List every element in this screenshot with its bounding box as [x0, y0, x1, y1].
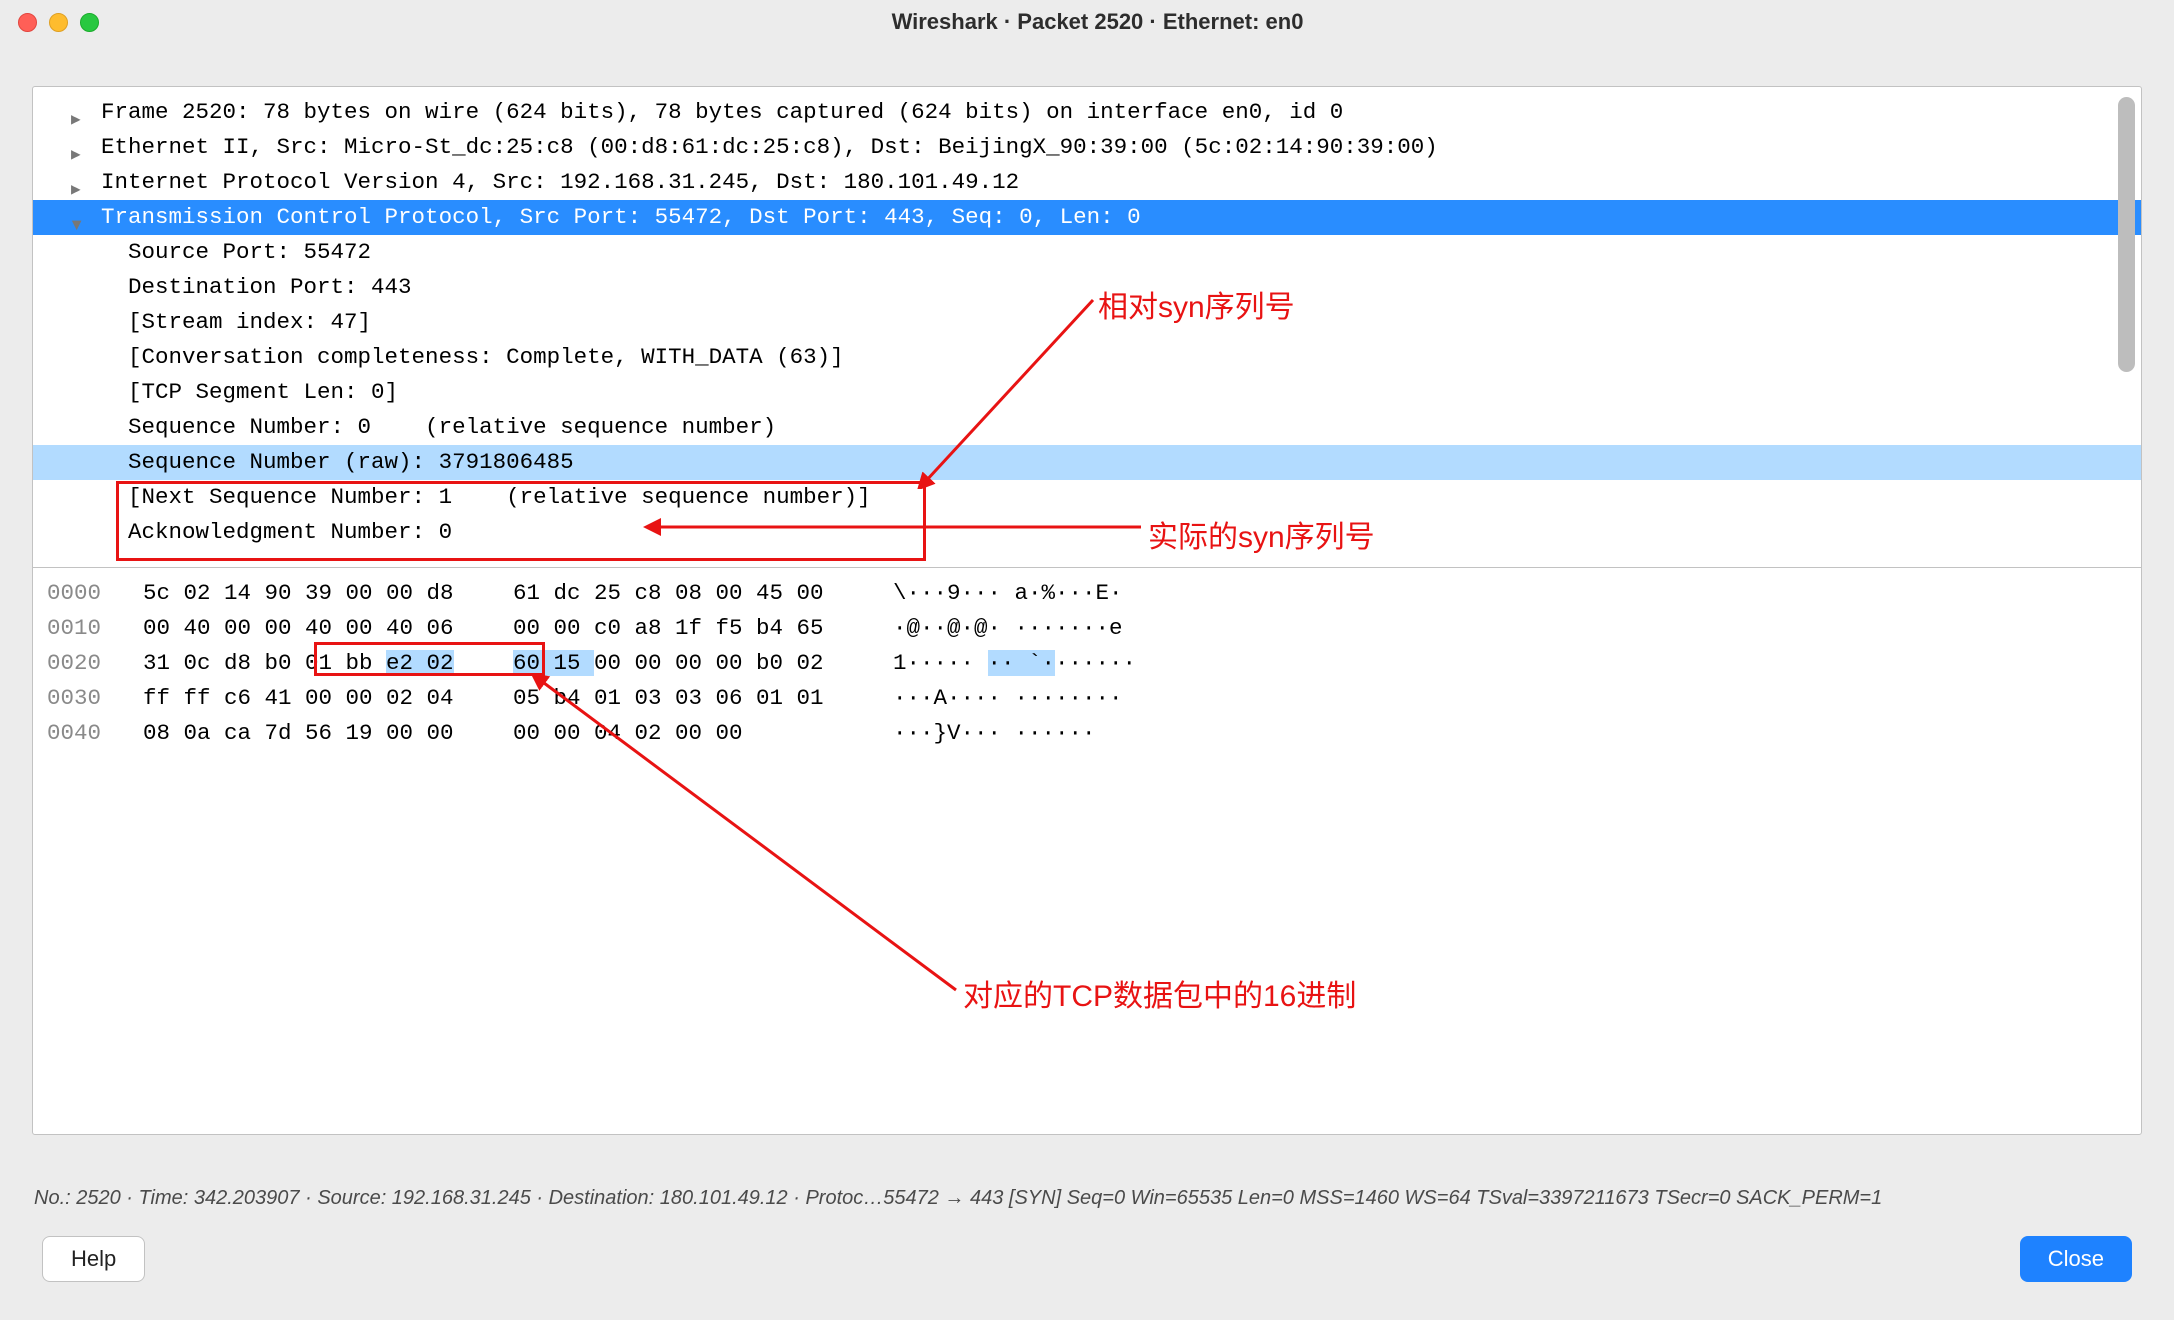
- hex-bytes-2: 05 b4 01 03 03 06 01 01: [513, 681, 893, 716]
- tree-row-text: [Stream index: 47]: [47, 309, 371, 335]
- hex-bytes-2: 60 15 00 00 00 00 b0 02: [513, 646, 893, 681]
- packet-details-frame: ▶ Frame 2520: 78 bytes on wire (624 bits…: [32, 86, 2142, 1135]
- tree-pane[interactable]: ▶ Frame 2520: 78 bytes on wire (624 bits…: [33, 87, 2141, 565]
- close-button[interactable]: Close: [2020, 1236, 2132, 1282]
- tree-row-text: Sequence Number: 0 (relative sequence nu…: [47, 414, 776, 440]
- hex-ascii: 1····· ·· `·······: [893, 646, 1136, 681]
- tree-row[interactable]: Destination Port: 443: [33, 270, 2141, 305]
- hex-bytes-1: 5c 02 14 90 39 00 00 d8: [143, 576, 513, 611]
- scrollbar-vertical[interactable]: [2115, 97, 2137, 555]
- tree-row-text: Sequence Number (raw): 3791806485: [47, 449, 574, 475]
- status-bar: No.: 2520 · Time: 342.203907 · Source: 1…: [34, 1187, 2140, 1210]
- help-button[interactable]: Help: [42, 1236, 145, 1282]
- hex-bytes-2: 00 00 c0 a8 1f f5 b4 65: [513, 611, 893, 646]
- arrow-down-icon[interactable]: ▶: [58, 221, 93, 231]
- hex-bytes-2: 61 dc 25 c8 08 00 45 00: [513, 576, 893, 611]
- tree-row[interactable]: ▶ Internet Protocol Version 4, Src: 192.…: [33, 165, 2141, 200]
- hex-offset: 0040: [47, 716, 143, 751]
- hex-row[interactable]: 00005c 02 14 90 39 00 00 d861 dc 25 c8 0…: [47, 576, 2141, 611]
- traffic-lights: [18, 13, 99, 32]
- hex-row[interactable]: 001000 40 00 00 40 00 40 0600 00 c0 a8 1…: [47, 611, 2141, 646]
- close-window-icon[interactable]: [18, 13, 37, 32]
- hex-offset: 0010: [47, 611, 143, 646]
- tree-row[interactable]: [Conversation completeness: Complete, WI…: [33, 340, 2141, 375]
- tree-row-text: Internet Protocol Version 4, Src: 192.16…: [47, 169, 1019, 195]
- hex-ascii: ···}V··· ······: [893, 716, 1096, 751]
- hex-ascii: ···A···· ········: [893, 681, 1123, 716]
- tree-row[interactable]: ▶ Transmission Control Protocol, Src Por…: [33, 200, 2141, 235]
- hex-ascii: ·@··@·@· ·······e: [893, 611, 1123, 646]
- hex-bytes-1: 00 40 00 00 40 00 40 06: [143, 611, 513, 646]
- tree-row-text: [Next Sequence Number: 1 (relative seque…: [47, 484, 871, 510]
- hex-ascii: \···9··· a·%···E·: [893, 576, 1123, 611]
- titlebar: Wireshark · Packet 2520 · Ethernet: en0: [0, 0, 2174, 44]
- tree-row-text: Frame 2520: 78 bytes on wire (624 bits),…: [47, 99, 1343, 125]
- hex-bytes-1: 08 0a ca 7d 56 19 00 00: [143, 716, 513, 751]
- hex-bytes-1: 31 0c d8 b0 01 bb e2 02: [143, 646, 513, 681]
- tree-row-text: [TCP Segment Len: 0]: [47, 379, 398, 405]
- tree-row-text: Ethernet II, Src: Micro-St_dc:25:c8 (00:…: [47, 134, 1438, 160]
- tree-row[interactable]: [TCP Segment Len: 0]: [33, 375, 2141, 410]
- tree-row-text: [Conversation completeness: Complete, WI…: [47, 344, 844, 370]
- window-title: Wireshark · Packet 2520 · Ethernet: en0: [99, 9, 2156, 35]
- tree-row[interactable]: Sequence Number (raw): 3791806485: [33, 445, 2141, 480]
- hex-offset: 0000: [47, 576, 143, 611]
- hex-row[interactable]: 0030ff ff c6 41 00 00 02 0405 b4 01 03 0…: [47, 681, 2141, 716]
- tree-row[interactable]: [Next Sequence Number: 1 (relative seque…: [33, 480, 2141, 515]
- tree-row-text: Source Port: 55472: [47, 239, 371, 265]
- tree-row-text: Transmission Control Protocol, Src Port:…: [47, 204, 1141, 230]
- hex-row[interactable]: 004008 0a ca 7d 56 19 00 0000 00 04 02 0…: [47, 716, 2141, 751]
- hex-pane[interactable]: 00005c 02 14 90 39 00 00 d861 dc 25 c8 0…: [33, 567, 2141, 1134]
- hex-row[interactable]: 002031 0c d8 b0 01 bb e2 0260 15 00 00 0…: [47, 646, 2141, 681]
- hex-offset: 0020: [47, 646, 143, 681]
- tree-row[interactable]: ▶ Ethernet II, Src: Micro-St_dc:25:c8 (0…: [33, 130, 2141, 165]
- tree-row-text: Destination Port: 443: [47, 274, 412, 300]
- zoom-window-icon[interactable]: [80, 13, 99, 32]
- tree-row[interactable]: Source Port: 55472: [33, 235, 2141, 270]
- hex-bytes-1: ff ff c6 41 00 00 02 04: [143, 681, 513, 716]
- tree-row[interactable]: Sequence Number: 0 (relative sequence nu…: [33, 410, 2141, 445]
- tree-row[interactable]: [Stream index: 47]: [33, 305, 2141, 340]
- hex-bytes-2: 00 00 04 02 00 00: [513, 716, 893, 751]
- tree-row[interactable]: ▶ Frame 2520: 78 bytes on wire (624 bits…: [33, 95, 2141, 130]
- tree-row[interactable]: Acknowledgment Number: 0: [33, 515, 2141, 550]
- minimize-window-icon[interactable]: [49, 13, 68, 32]
- hex-offset: 0030: [47, 681, 143, 716]
- tree-row-text: Acknowledgment Number: 0: [47, 519, 452, 545]
